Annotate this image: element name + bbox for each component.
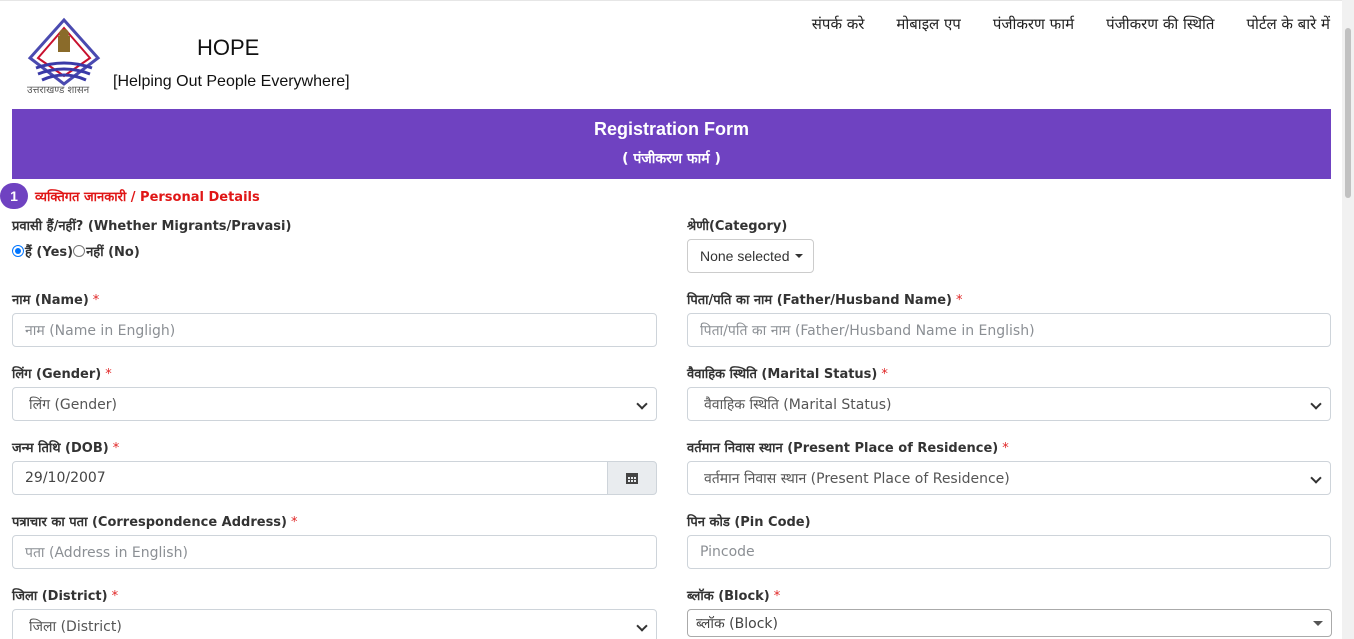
nav-contact[interactable]: संपर्क करे (812, 14, 865, 34)
nav-registration-status[interactable]: पंजीकरण की स्थिति (1106, 14, 1214, 34)
page-scrollbar[interactable] (1342, 0, 1354, 639)
logo-caption: उत्तराखण्ड शासन (27, 85, 90, 96)
name-placeholder: नाम (Name in Engligh) (25, 322, 176, 339)
dob-value: 29/10/2007 (25, 470, 106, 486)
father-name-input[interactable]: पिता/पति का नाम (Father/Husband Name in … (687, 313, 1331, 347)
migrant-no-radio[interactable] (73, 245, 86, 257)
residence-label: वर्तमान निवास स्थान (Present Place of Re… (687, 441, 1009, 456)
migrant-yes-radio[interactable] (12, 245, 24, 257)
chevron-down-icon (636, 620, 648, 632)
banner-subtitle: ( पंजीकरण फार्म ) (622, 151, 721, 167)
residence-selected: वर्तमान निवास स्थान (Present Place of Re… (704, 470, 1010, 487)
top-nav: संपर्क करे मोबाइल एप पंजीकरण फार्म पंजीक… (812, 14, 1330, 34)
address-placeholder: पता (Address in English) (25, 544, 188, 561)
section-header: 1 व्यक्तिगत जानकारी / Personal Details (0, 183, 260, 209)
dob-label: जन्म तिथि (DOB) * (12, 441, 120, 456)
marital-status-label: वैवाहिक स्थिति (Marital Status) * (687, 367, 888, 382)
nav-mobile-app[interactable]: मोबाइल एप (896, 14, 960, 34)
banner-title: Registration Form (593, 119, 749, 139)
nav-registration-form[interactable]: पंजीकरण फार्म (993, 14, 1074, 34)
block-selected: ब्लॉक (Block) (696, 615, 778, 632)
residence-select[interactable]: वर्तमान निवास स्थान (Present Place of Re… (687, 461, 1331, 495)
calendar-icon (626, 473, 638, 484)
district-selected: जिला (District) (29, 618, 122, 635)
father-name-label: पिता/पति का नाम (Father/Husband Name) * (687, 293, 963, 308)
migrant-yes-label: हैं (Yes) (25, 245, 74, 260)
gender-label: लिंग (Gender) * (12, 367, 112, 382)
district-select[interactable]: जिला (District) (12, 609, 657, 639)
gender-selected: लिंग (Gender) (29, 396, 117, 413)
father-name-placeholder: पिता/पति का नाम (Father/Husband Name in … (700, 322, 1035, 339)
calendar-button[interactable] (607, 461, 657, 495)
nav-about-portal[interactable]: पोर्टल के बारे में (1246, 14, 1330, 34)
top-border (0, 0, 1342, 1)
pincode-placeholder: Pincode (700, 544, 755, 560)
district-label: जिला (District) * (12, 589, 119, 604)
site-subtitle: [Helping Out People Everywhere] (113, 73, 350, 90)
address-label: पत्राचार का पता (Correspondence Address)… (12, 515, 298, 530)
section-title: व्यक्तिगत जानकारी / Personal Details (35, 190, 260, 205)
block-select[interactable]: ब्लॉक (Block) (687, 609, 1332, 637)
address-input[interactable]: पता (Address in English) (12, 535, 657, 569)
caret-down-icon (1313, 621, 1323, 626)
category-multiselect-button[interactable]: None selected (687, 239, 814, 273)
chevron-down-icon (1310, 472, 1322, 484)
marital-status-select[interactable]: वैवाहिक स्थिति (Marital Status) (687, 387, 1331, 421)
chevron-down-icon (636, 398, 648, 410)
caret-down-icon (794, 254, 803, 258)
site-title: HOPE (197, 35, 260, 60)
dob-input[interactable]: 29/10/2007 (12, 461, 608, 495)
category-button-label: None selected (700, 248, 790, 264)
chevron-down-icon (1310, 398, 1322, 410)
section-number-badge: 1 (0, 183, 28, 209)
marital-status-selected: वैवाहिक स्थिति (Marital Status) (704, 396, 892, 413)
name-label: नाम (Name) * (12, 293, 100, 308)
migrant-no-label: नहीं (No) (86, 245, 140, 260)
migrant-radio-group: हैं (Yes) नहीं (No) (12, 242, 140, 260)
name-input[interactable]: नाम (Name in Engligh) (12, 313, 657, 347)
form-banner: Registration Form ( पंजीकरण फार्म ) (12, 109, 1331, 179)
block-label: ब्लॉक (Block) * (687, 589, 781, 604)
gender-select[interactable]: लिंग (Gender) (12, 387, 657, 421)
migrant-label: प्रवासी हैं/नहीं? (Whether Migrants/Prav… (12, 219, 292, 234)
category-label: श्रेणी(Category) (687, 219, 788, 234)
pincode-label: पिन कोड (Pin Code) (687, 515, 811, 530)
scrollbar-thumb[interactable] (1345, 28, 1351, 198)
pincode-input[interactable]: Pincode (687, 535, 1331, 569)
